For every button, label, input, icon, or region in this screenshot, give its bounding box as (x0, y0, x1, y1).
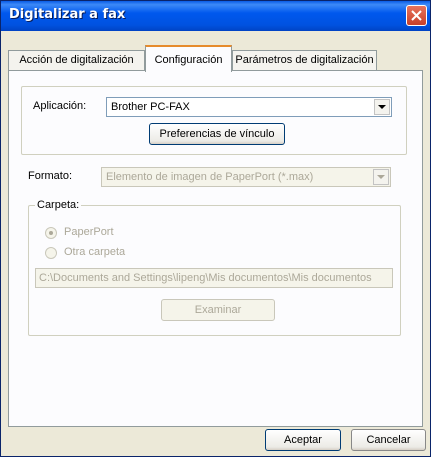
other-folder-radio-label[interactable]: Otra carpeta (64, 246, 125, 258)
other-folder-radio[interactable] (45, 247, 57, 259)
format-label: Formato: (28, 170, 73, 182)
application-value: Brother PC-FAX (111, 101, 190, 113)
application-select[interactable]: Brother PC-FAX (106, 97, 392, 117)
paperport-radio[interactable] (45, 227, 57, 239)
accept-button[interactable]: Aceptar (265, 429, 341, 451)
format-value: Elemento de imagen de PaperPort (*.max) (106, 171, 314, 183)
tab-panel-configuration: Aplicación: Brother PC-FAX Preferencias … (8, 70, 423, 427)
browse-button[interactable]: Examinar (161, 299, 275, 321)
chevron-down-icon[interactable] (374, 99, 390, 115)
title-bar[interactable]: Digitalizar a fax (1, 1, 430, 31)
application-label: Aplicación: (33, 100, 87, 112)
folder-legend: Carpeta: (35, 199, 82, 211)
folder-path-value: C:\Documents and Settings\lipeng\Mis doc… (39, 272, 372, 284)
close-button[interactable] (406, 5, 427, 26)
cancel-button[interactable]: Cancelar (351, 429, 426, 451)
paperport-radio-label[interactable]: PaperPort (64, 226, 114, 238)
folder-group: Carpeta: PaperPort Otra carpeta C:\Docum… (28, 199, 401, 336)
chevron-down-icon[interactable] (373, 169, 389, 185)
format-select[interactable]: Elemento de imagen de PaperPort (*.max) (101, 167, 391, 187)
dialog-window: Digitalizar a fax Acción de digitalizaci… (0, 0, 431, 457)
tab-configuration[interactable]: Configuración (145, 45, 232, 72)
close-icon (411, 10, 422, 21)
application-group: Aplicación: Brother PC-FAX Preferencias … (21, 86, 407, 155)
folder-path-field[interactable]: C:\Documents and Settings\lipeng\Mis doc… (35, 268, 393, 288)
tab-scan-action[interactable]: Acción de digitalización (8, 50, 145, 70)
tab-scan-parameters[interactable]: Parámetros de digitalización (232, 50, 377, 70)
window-title: Digitalizar a fax (9, 7, 126, 22)
link-preferences-button[interactable]: Preferencias de vínculo (149, 123, 285, 145)
